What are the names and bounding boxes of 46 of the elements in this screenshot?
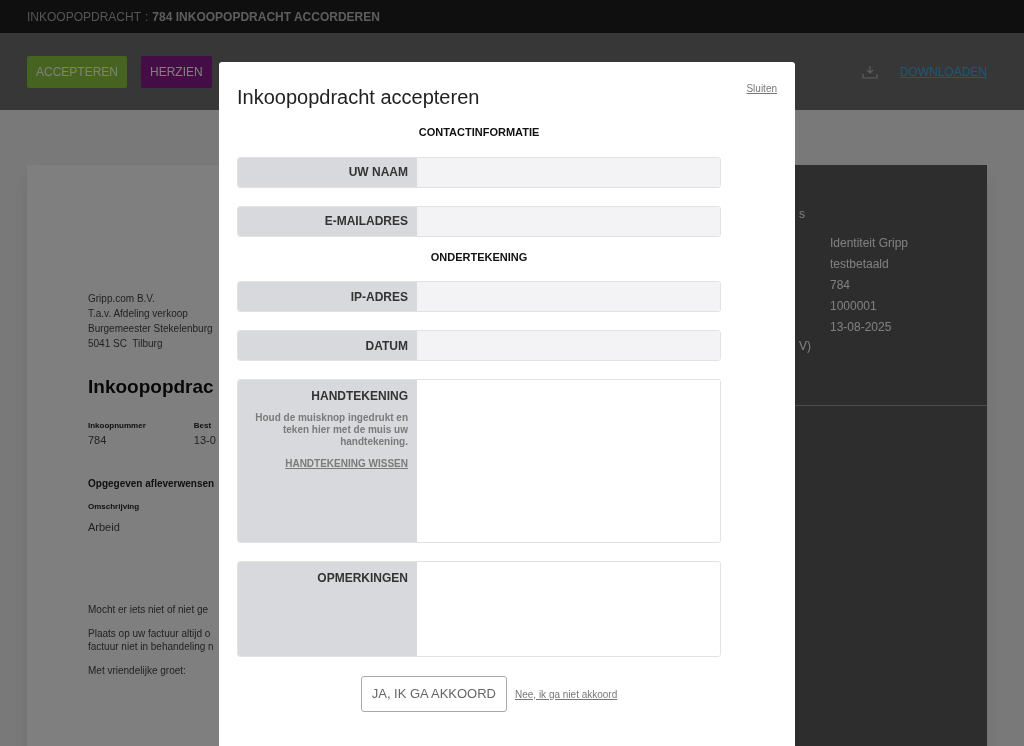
paragraph: Plaats op uw factuur altijd o factuur niet in behandeling n [88,626,214,653]
field-label: OPMERKINGEN [317,570,408,587]
detail-value: 13-08-2025 [830,319,893,336]
section-heading: CONTACTINFORMATIE [418,125,540,140]
input-field[interactable] [417,282,720,311]
field-label: DATUM [365,337,408,355]
address-line: 5041 SC Tilburg [88,337,163,351]
download-icon [861,64,878,79]
dialog-title: Inkoopopdracht accepteren [237,85,480,110]
detail-value: Identiteit Gripp [830,235,909,252]
paragraph: Met vriendelijke groet: [88,663,186,677]
detail-value: 784 [830,277,852,294]
field-label: HANDTEKENING [311,388,408,405]
address-line: Burgemeester Stekelenburg [88,322,213,336]
field-value: 13-0 [193,432,216,448]
clear-signature-link[interactable]: HANDTEKENING WISSEN [285,456,408,471]
page-title: 784 INKOOPOPDRACHT ACCORDEREN [152,8,380,26]
decline-link[interactable]: Nee, ik ga niet akkoord [515,686,618,702]
field-label: Inkoopnummer [88,419,146,432]
field-label: UW NAAM [348,164,408,181]
table-cell-text: Arbeid [88,520,121,535]
field-label: IP-ADRES [350,288,408,306]
detail-value: 1000001 [830,298,878,315]
breadcrumb-separator: : [145,8,149,26]
panel-note: V) [799,338,811,355]
breadcrumb: INKOOPOPDRACHT [27,8,141,26]
column-heading: Omschrijving [88,501,141,513]
address-line: T.a.v. Afdeling verkoop [88,307,188,321]
field-label: Best [193,419,213,432]
field-label: E-MAILADRES [324,213,408,230]
input-field[interactable] [417,157,720,187]
paragraph: Mocht er iets niet of niet ge [88,602,209,616]
section-heading: ONDERTEKENING [430,249,528,265]
input-field[interactable] [417,206,720,236]
accept-button[interactable]: JA, IK GA AKKOORD [360,676,507,712]
input-field[interactable] [417,331,720,360]
document-heading: Inkoopopdrac [88,375,214,399]
field-value: 784 [88,432,108,448]
comments-field[interactable]: OPMERKINGEN [237,561,721,657]
address-line: Gripp.com B.V. [88,292,155,306]
section-heading: Opgegeven afleverwensen [88,477,215,491]
panel-heading: s [799,206,805,223]
detail-value: testbetaald [830,256,890,273]
toolbar-button[interactable]: HERZIEN [141,55,212,88]
hint-text: Houd de muisknop ingedrukt en teken hier met de muis uw handtekening. [254,412,408,448]
close-link[interactable]: Sluiten [746,81,777,112]
